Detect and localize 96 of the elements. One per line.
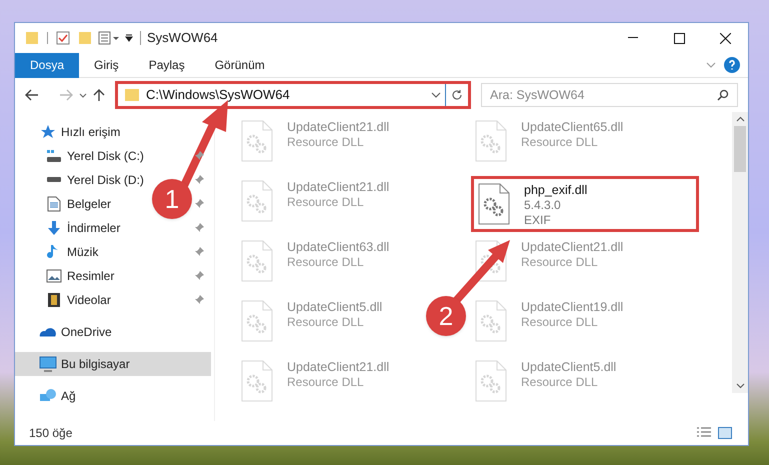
gear-file-icon <box>241 240 273 282</box>
gear-file-icon <box>241 300 273 342</box>
address-field[interactable]: C:\Windows\SysWOW64 <box>115 81 471 109</box>
file-name: UpdateClient21.dll <box>287 360 390 375</box>
monitor-icon <box>39 356 57 372</box>
folder-icon <box>124 88 140 102</box>
file-description: Resource DLL <box>287 315 365 330</box>
gear-file-icon <box>241 120 273 162</box>
gear-file-icon <box>475 360 507 402</box>
chevron-down-icon <box>431 92 441 98</box>
ribbon-tab[interactable]: Paylaş <box>134 52 200 78</box>
window-title: SysWOW64 <box>147 29 218 48</box>
sidebar-item[interactable]: Ağ <box>15 384 76 408</box>
download-arrow-icon <box>46 220 62 236</box>
sidebar-item[interactable]: Müzik <box>15 240 98 264</box>
sidebar-item[interactable]: Bu bilgisayar <box>15 352 211 376</box>
drive-icon <box>46 177 62 183</box>
details-view-icon <box>696 427 712 439</box>
close-icon <box>720 32 730 44</box>
file-description: Resource DLL <box>521 135 599 150</box>
document-icon <box>47 196 61 212</box>
sidebar-label: OneDrive <box>61 324 112 341</box>
file-name: UpdateClient21.dll <box>287 120 390 135</box>
sidebar-label: Yerel Disk (D:) <box>67 172 144 189</box>
file-description: Resource DLL <box>287 135 365 150</box>
file-name: UpdateClient21.dll <box>287 180 390 195</box>
file-description: Resource DLL <box>287 195 365 210</box>
file-description: Resource DLL <box>287 255 365 270</box>
folder-icon <box>25 31 39 45</box>
sidebar-item[interactable]: İndirmeler <box>15 216 120 240</box>
address-path: C:\Windows\SysWOW64 <box>146 86 291 104</box>
back-arrow-icon <box>25 89 39 101</box>
sidebar-item[interactable]: Resimler <box>15 264 114 288</box>
sidebar-label: Yerel Disk (C:) <box>67 148 144 165</box>
gear-file-icon <box>478 183 510 225</box>
dropdown-caret-icon <box>124 33 134 43</box>
file-name: UpdateClient19.dll <box>521 300 624 315</box>
gear-file-icon <box>241 360 273 402</box>
drive-icon <box>46 149 62 163</box>
file-version: 5.4.3.0 <box>524 198 562 213</box>
help-icon <box>724 57 740 73</box>
cloud-icon <box>39 326 57 338</box>
chevron-down-icon <box>706 62 716 68</box>
chevron-down-icon <box>736 383 744 389</box>
gear-file-icon <box>475 300 507 342</box>
file-item[interactable]: php_exif.dll 5.4.3.0 EXIF <box>471 176 699 232</box>
gear-file-icon <box>241 180 273 222</box>
folder-icon <box>78 31 92 45</box>
properties-icon <box>98 31 120 45</box>
chevron-down-icon <box>79 92 87 98</box>
film-icon <box>47 292 61 308</box>
file-name: UpdateClient5.dll <box>521 360 616 375</box>
network-icon <box>39 388 57 404</box>
file-name: UpdateClient65.dll <box>521 120 624 135</box>
up-arrow-icon <box>93 88 105 102</box>
sidebar-label: Bu bilgisayar <box>61 356 130 373</box>
file-name: UpdateClient21.dll <box>521 240 624 255</box>
sidebar-item[interactable]: Hızlı erişim <box>15 120 120 144</box>
refresh-icon <box>451 89 463 101</box>
search-icon <box>717 89 729 101</box>
file-description: Resource DLL <box>521 315 599 330</box>
forward-arrow-icon <box>59 89 73 101</box>
item-count: 150 öğe <box>29 425 72 442</box>
file-name: UpdateClient5.dll <box>287 300 382 315</box>
minimize-icon <box>628 37 638 39</box>
file-description: EXIF <box>524 213 552 228</box>
thumbnail-view-icon <box>718 427 732 439</box>
sidebar-label: Videolar <box>67 292 111 309</box>
ribbon-tab[interactable]: Dosya <box>15 52 80 78</box>
sidebar-label: İndirmeler <box>67 220 120 237</box>
search-input[interactable]: Ara: SysWOW64 <box>490 86 717 104</box>
checklist-icon <box>56 31 70 45</box>
sidebar-item[interactable]: Yerel Disk (C:) <box>15 144 144 168</box>
scrollbar-thumb[interactable] <box>734 126 746 172</box>
maximize-icon <box>674 32 684 44</box>
sidebar-label: Resimler <box>67 268 114 285</box>
ribbon-tab[interactable]: Görünüm <box>200 52 280 78</box>
file-name: UpdateClient63.dll <box>287 240 390 255</box>
picture-icon <box>46 269 62 283</box>
sidebar-item[interactable]: OneDrive <box>15 320 112 344</box>
sidebar-label: Müzik <box>67 244 98 261</box>
sidebar-item[interactable]: Videolar <box>15 288 111 312</box>
search-field[interactable]: Ara: SysWOW64 <box>481 83 738 107</box>
file-name: php_exif.dll <box>524 183 588 198</box>
file-description: Resource DLL <box>521 255 599 270</box>
gear-file-icon <box>475 120 507 162</box>
ribbon-tab[interactable]: Giriş <box>79 52 134 78</box>
file-description: Resource DLL <box>287 375 365 390</box>
sidebar-item[interactable]: Yerel Disk (D:) <box>15 168 144 192</box>
sidebar-label: Belgeler <box>67 196 112 213</box>
star-icon <box>40 124 56 140</box>
sidebar-label: Ağ <box>61 388 76 405</box>
sidebar-item[interactable]: Belgeler <box>15 192 112 216</box>
chevron-up-icon <box>736 116 744 122</box>
sidebar-label: Hızlı erişim <box>61 124 120 141</box>
file-description: Resource DLL <box>521 375 599 390</box>
